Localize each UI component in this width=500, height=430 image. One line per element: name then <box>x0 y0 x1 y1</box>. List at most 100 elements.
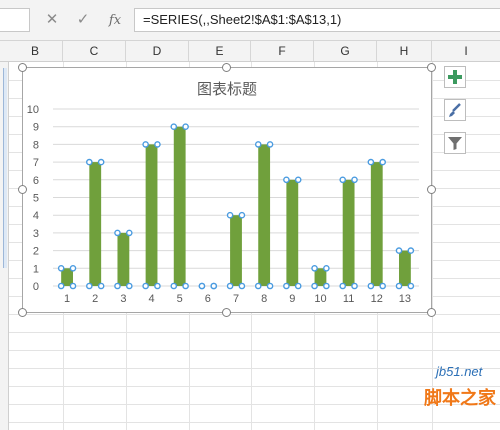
bar-selection-handle <box>198 282 206 290</box>
bar-selection-handle <box>226 282 234 290</box>
bar-selection-handle <box>114 229 121 237</box>
formula-input[interactable]: =SERIES(,,Sheet2!$A$1:$A$13,1) <box>134 8 500 32</box>
bar-selection-handle <box>69 264 77 272</box>
bar-selection-handle <box>283 176 290 184</box>
y-tick-label: 1 <box>33 263 39 275</box>
bar-selection-handle <box>311 282 318 290</box>
bar-selection-handle <box>407 282 415 290</box>
bar-selection-handle <box>367 282 375 290</box>
column-header[interactable]: G <box>314 41 377 61</box>
chart-elements-button[interactable] <box>444 66 466 88</box>
bar-selection-handle <box>154 141 161 148</box>
grid-row-line <box>0 368 500 369</box>
formula-bar: ✕ ✓ fx =SERIES(,,Sheet2!$A$1:$A$13,1) <box>0 0 500 41</box>
chart-styles-brush-icon <box>449 103 461 117</box>
bar-selection-handle <box>294 282 302 290</box>
x-tick-label: 8 <box>261 293 267 305</box>
bar <box>145 144 158 286</box>
bar <box>173 126 186 286</box>
x-tick-label: 1 <box>64 293 70 305</box>
chart-filters-funnel-icon <box>448 137 462 150</box>
x-tick-label: 6 <box>205 293 211 305</box>
column-header[interactable]: F <box>251 41 314 61</box>
insert-function-button[interactable]: fx <box>104 9 126 31</box>
x-tick-label: 13 <box>399 293 411 305</box>
bar-selection-handle <box>57 264 65 272</box>
bar-selection-handle <box>254 282 262 290</box>
bar-selection-handle <box>311 264 318 272</box>
bar-selection-handle <box>97 282 105 290</box>
bar-selection-handle <box>238 282 246 290</box>
column-header[interactable]: C <box>63 41 126 61</box>
bar-selection-handle <box>323 282 330 290</box>
resize-handle[interactable] <box>427 63 436 72</box>
column-header[interactable]: B <box>8 41 63 61</box>
column-header[interactable]: H <box>377 41 432 61</box>
bar-selection-handle <box>125 282 133 290</box>
cancel-x-icon[interactable]: ✕ <box>41 9 63 31</box>
y-tick-label: 3 <box>33 228 39 240</box>
bar-selection-handle <box>182 282 189 290</box>
watermark-text: 脚本之家 <box>424 388 496 409</box>
bar-selection-handle <box>266 141 274 148</box>
bar-selection-handle <box>170 123 178 131</box>
column-header[interactable]: I <box>432 41 500 61</box>
bar <box>370 162 383 286</box>
column-header[interactable]: D <box>126 41 189 61</box>
x-tick-label: 3 <box>120 293 126 305</box>
column-header[interactable]: E <box>189 41 251 61</box>
y-tick-label: 2 <box>33 246 39 258</box>
x-tick-label: 12 <box>371 293 383 305</box>
y-tick-label: 0 <box>33 281 39 293</box>
bar <box>286 179 299 286</box>
bar-selection-handle <box>97 158 105 166</box>
watermark-url: jb51.net <box>436 364 483 379</box>
bar-selection-handle <box>254 141 262 148</box>
grid-row-line <box>0 422 500 423</box>
bar-selection-handle <box>351 176 358 184</box>
bar <box>399 250 411 286</box>
resize-handle[interactable] <box>18 63 27 72</box>
bar-selection-handle <box>142 141 149 148</box>
bar-selection-handle <box>182 123 189 131</box>
bar-selection-handle <box>125 229 133 237</box>
resize-handle[interactable] <box>427 308 436 317</box>
bar-selection-handle <box>379 158 386 166</box>
x-tick-label: 4 <box>148 293 154 305</box>
resize-handle[interactable] <box>222 308 231 317</box>
column-header-row: B C D E F G H I <box>0 41 500 62</box>
resize-handle[interactable] <box>18 308 27 317</box>
resize-handle[interactable] <box>222 63 231 72</box>
bar-selection-handle <box>339 176 347 184</box>
bar-selection-handle <box>142 282 149 290</box>
bar <box>258 144 271 286</box>
bar-selection-handle <box>69 282 77 290</box>
resize-handle[interactable] <box>18 185 27 194</box>
check-icon[interactable]: ✓ <box>72 9 94 31</box>
bar-chart-plot[interactable]: 0123456789101 2 3 4 5 6 7 8 9 10 11 12 13 <box>23 68 431 312</box>
bar-selection-handle <box>266 282 274 290</box>
x-tick-label: 5 <box>177 293 183 305</box>
grid-row-line <box>0 314 500 315</box>
x-tick-label: 7 <box>233 293 239 305</box>
bar-selection-handle <box>367 158 375 166</box>
y-tick-label: 5 <box>33 193 39 205</box>
name-box[interactable] <box>0 8 30 32</box>
bar-selection-handle <box>351 282 358 290</box>
fx-label: fx <box>108 13 122 28</box>
chart-area[interactable]: 图表标题 0 1 2 3 4 5 6 7 8 9 10 1 2 3 4 5 6 7 8 9 10 11 12 13 <box>22 67 432 313</box>
bar-selection-handle <box>210 282 218 290</box>
chart-styles-button[interactable] <box>444 99 466 121</box>
y-tick-label: 6 <box>33 175 39 187</box>
bar-selection-handle <box>86 282 93 290</box>
chart-filters-button[interactable] <box>444 132 466 154</box>
bar-selection-handle <box>407 247 415 254</box>
bar-selection-handle <box>226 211 234 219</box>
x-tick-label: 2 <box>92 293 98 305</box>
bar <box>342 179 355 286</box>
bar-selection-handle <box>395 247 403 254</box>
y-tick-label: 4 <box>33 210 39 222</box>
bar-selection-handle <box>379 282 386 290</box>
resize-handle[interactable] <box>427 185 436 194</box>
bar-selection-handle <box>170 282 178 290</box>
